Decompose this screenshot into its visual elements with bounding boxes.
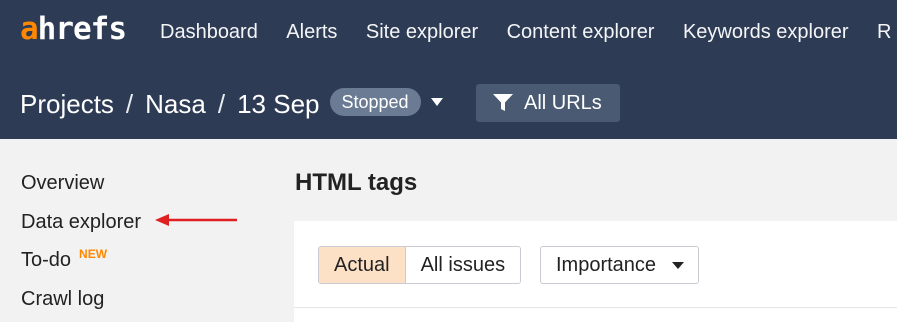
breadcrumb-separator: / (217, 89, 226, 120)
status-badge: Stopped (329, 88, 421, 117)
nav-site-explorer[interactable]: Site explorer (366, 20, 478, 44)
filter-label: All URLs (524, 92, 602, 114)
breadcrumb: Projects / Nasa / 13 Sep Stopped (20, 84, 443, 120)
content-panel: Actual All issues Importance (294, 221, 897, 322)
segment-actual[interactable]: Actual (319, 247, 406, 283)
breadcrumb-crawl-date: 13 Sep (237, 89, 320, 120)
logo-text: hrefs (37, 11, 127, 47)
sidebar-item-overview[interactable]: Overview (21, 171, 104, 195)
logo-letter-a: a (20, 11, 39, 47)
segment-all-issues[interactable]: All issues (405, 247, 521, 283)
annotation-arrow-icon (155, 214, 237, 226)
breadcrumb-projects[interactable]: Projects (20, 89, 114, 119)
breadcrumb-separator: / (125, 89, 134, 120)
chevron-down-icon (672, 262, 684, 269)
divider (294, 307, 897, 308)
importance-dropdown[interactable]: Importance (540, 246, 699, 284)
nav-overflow-item[interactable]: R (877, 20, 891, 44)
sidebar-item-todo[interactable]: To-do NEW (21, 247, 108, 272)
ahrefs-logo[interactable]: ahrefs (20, 11, 127, 47)
nav-keywords-explorer[interactable]: Keywords explorer (683, 20, 849, 44)
chevron-down-icon[interactable] (430, 98, 443, 107)
view-segmented-control: Actual All issues (318, 246, 522, 284)
breadcrumb-project[interactable]: Nasa (145, 89, 206, 119)
nav-content-explorer[interactable]: Content explorer (507, 20, 655, 44)
nav-alerts[interactable]: Alerts (286, 20, 337, 44)
sidebar-item-data-explorer[interactable]: Data explorer (21, 210, 141, 234)
main-nav: Dashboard Alerts Site explorer Content e… (160, 20, 897, 44)
sidebar-item-label: To-do (21, 249, 72, 271)
sidebar-item-crawl-log[interactable]: Crawl log (21, 287, 104, 311)
page-title: HTML tags (295, 169, 418, 196)
new-badge: NEW (79, 247, 108, 261)
nav-dashboard[interactable]: Dashboard (160, 20, 258, 44)
top-header: ahrefs Dashboard Alerts Site explorer Co… (0, 0, 897, 139)
all-urls-filter-button[interactable]: All URLs (476, 84, 620, 122)
filter-icon (493, 94, 513, 111)
importance-label: Importance (556, 254, 657, 276)
